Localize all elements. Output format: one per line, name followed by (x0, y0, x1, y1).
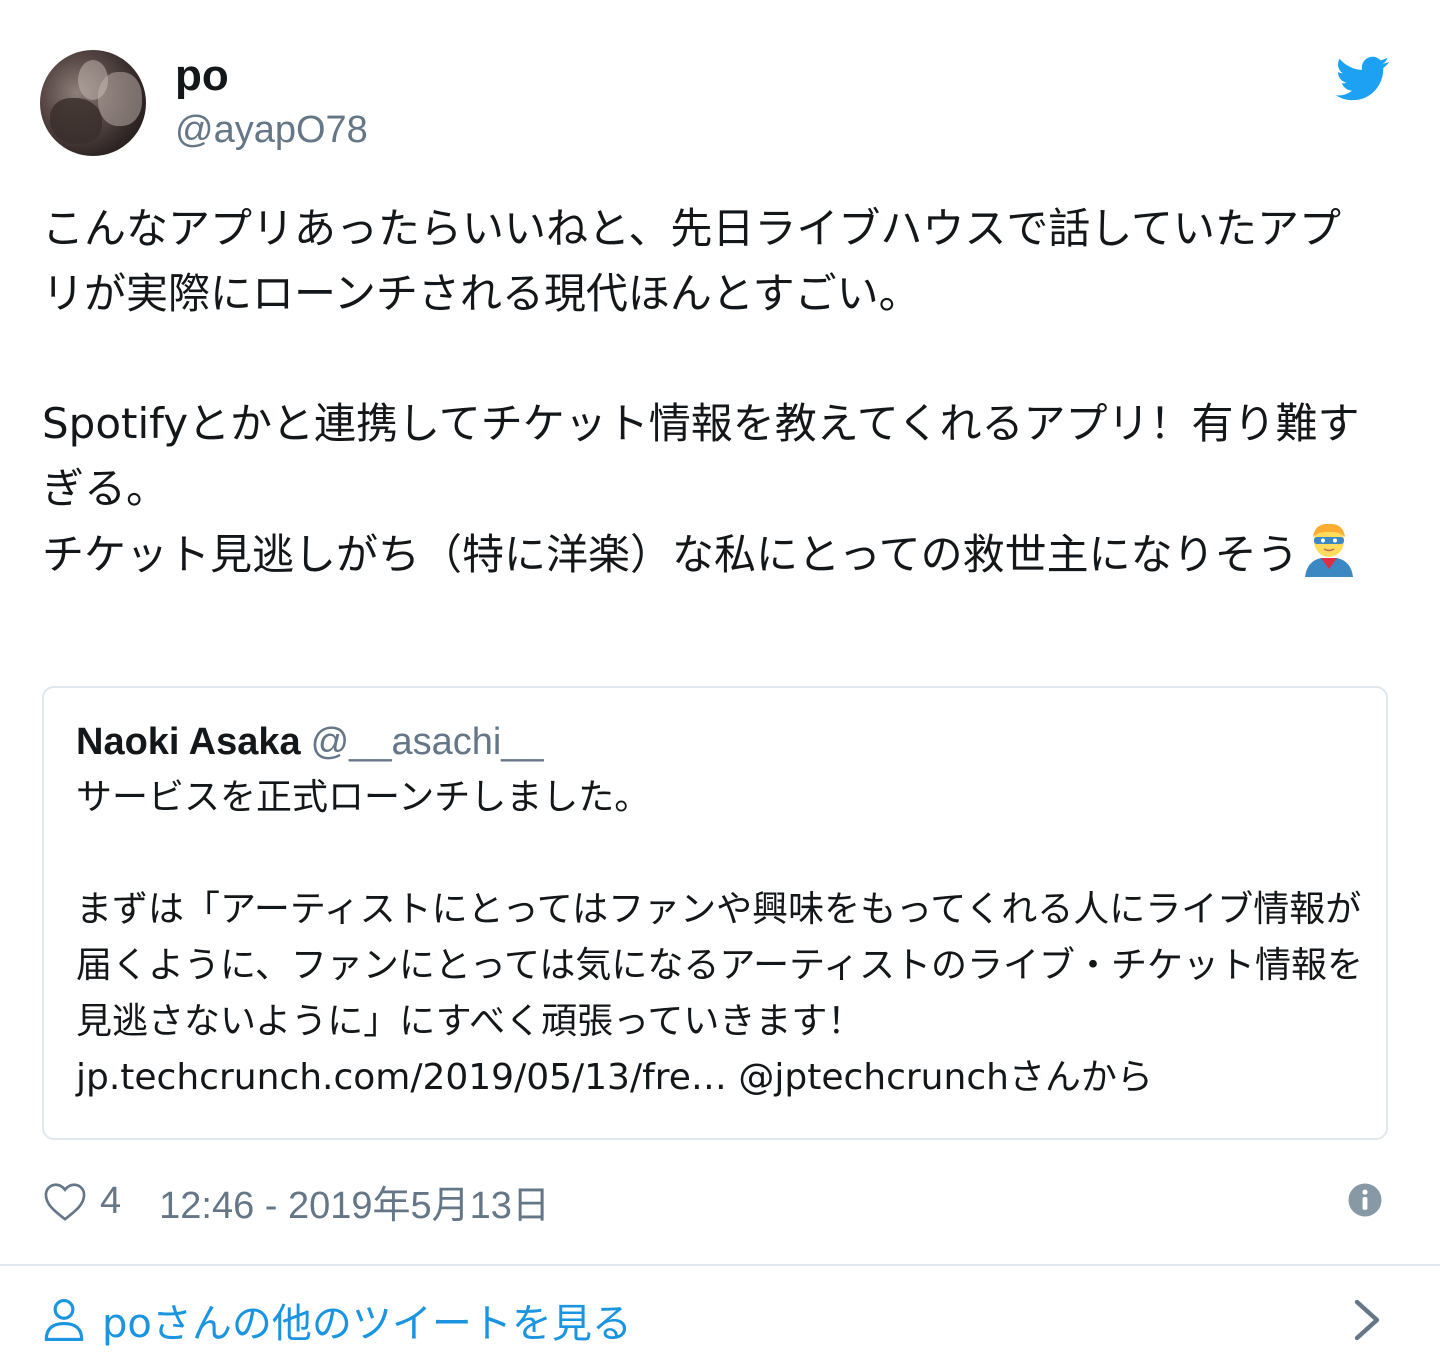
quoted-tweet[interactable]: Naoki Asaka @__asachi__ サービスを正式ローンチしました。 … (42, 686, 1388, 1140)
quoted-header: Naoki Asaka @__asachi__ (76, 716, 544, 768)
person-icon (44, 1298, 84, 1342)
timestamp[interactable]: 12:46 - 2019年5月13日 (159, 1174, 550, 1229)
twitter-bird-icon[interactable] (1336, 56, 1390, 102)
embedded-tweet: po @ayapO78 こんなアプリあったらいいねと、先日ライブハウスで話してい… (0, 0, 1440, 1366)
avatar[interactable] (40, 50, 146, 156)
tweet-text: こんなアプリあったらいいねと、先日ライブハウスで話していたアプリが実際にローンチ… (42, 196, 1382, 587)
heart-icon[interactable] (42, 1180, 88, 1222)
info-icon[interactable] (1347, 1182, 1383, 1218)
quoted-text: サービスを正式ローンチしました。 まずは「アーティストにとってはファンや興味をも… (76, 777, 1364, 1098)
author-name[interactable]: po (175, 48, 229, 104)
tweet-meta: 4 12:46 - 2019年5月13日 (42, 1174, 550, 1229)
chevron-right-icon[interactable] (1352, 1298, 1382, 1342)
quoted-author-name: Naoki Asaka (76, 721, 301, 763)
more-tweets-link[interactable]: poさんの他のツイートを見る (42, 1290, 632, 1350)
author-handle[interactable]: @ayapO78 (175, 105, 368, 155)
tweet-body: こんなアプリあったらいいねと、先日ライブハウスで話していたアプリが実際にローンチ… (42, 204, 1360, 579)
divider (0, 1264, 1440, 1266)
quoted-author-handle: @__asachi__ (310, 721, 544, 763)
more-tweets-label: poさんの他のツイートを見る (102, 1301, 632, 1347)
superhero-emoji (1304, 523, 1353, 577)
like-count: 4 (100, 1179, 122, 1222)
